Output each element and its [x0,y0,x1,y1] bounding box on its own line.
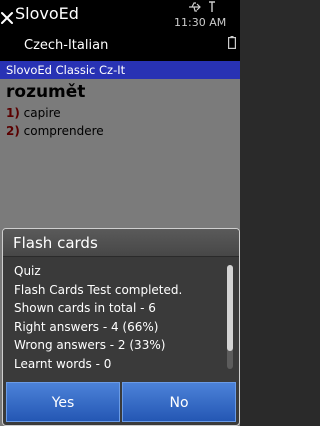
translation-item[interactable]: 1) capire [6,105,61,121]
flash-cards-dialog: Flash cards Quiz Flash Cards Test comple… [2,228,240,426]
translation-item[interactable]: 2) comprendere [6,123,104,139]
dialog-title: Flash cards [13,234,98,252]
dialog-line-learnt: Learnt words - 0 [14,356,112,371]
clock: 11:30 AM [174,16,227,29]
dialog-line-right: Right answers - 4 (66%) [14,319,159,334]
translation-number: 2) [6,124,20,138]
dictionary-direction[interactable]: Czech-Italian [24,37,108,55]
signal-icon [209,1,215,12]
dialog-line-status: Flash Cards Test completed. [14,282,183,297]
translation-number: 1) [6,106,20,120]
dialog-line-wrong: Wrong answers - 2 (33%) [14,338,166,352]
dialog-scrollbar[interactable] [227,265,233,369]
dictionary-name: SlovoEd Classic Cz-It [6,63,126,77]
headword: rozumět [6,82,86,102]
screen: SlovoEd Czech-Italian 11:30 AM SlovoEd C… [0,0,240,426]
dictionary-bar: SlovoEd Classic Cz-It [0,61,240,79]
no-button[interactable]: No [122,382,236,422]
status-bar: SlovoEd Czech-Italian 11:30 AM [0,0,240,61]
dialog-line-shown: Shown cards in total - 6 [14,301,156,315]
dialog-header: Flash cards [3,229,239,257]
translation-text: capire [23,106,61,120]
battery-icon [228,36,236,49]
dialog-line-quiz: Quiz [14,264,41,278]
dialog-body: Quiz Flash Cards Test completed. Shown c… [3,257,239,383]
usb-icon [189,2,201,12]
yes-button[interactable]: Yes [6,382,120,422]
close-icon[interactable] [1,11,13,25]
translation-text: comprendere [23,124,104,138]
scrollbar-thumb[interactable] [227,265,233,351]
dialog-text: Quiz Flash Cards Test completed. Shown c… [14,262,219,373]
app-title: SlovoEd [15,4,79,23]
